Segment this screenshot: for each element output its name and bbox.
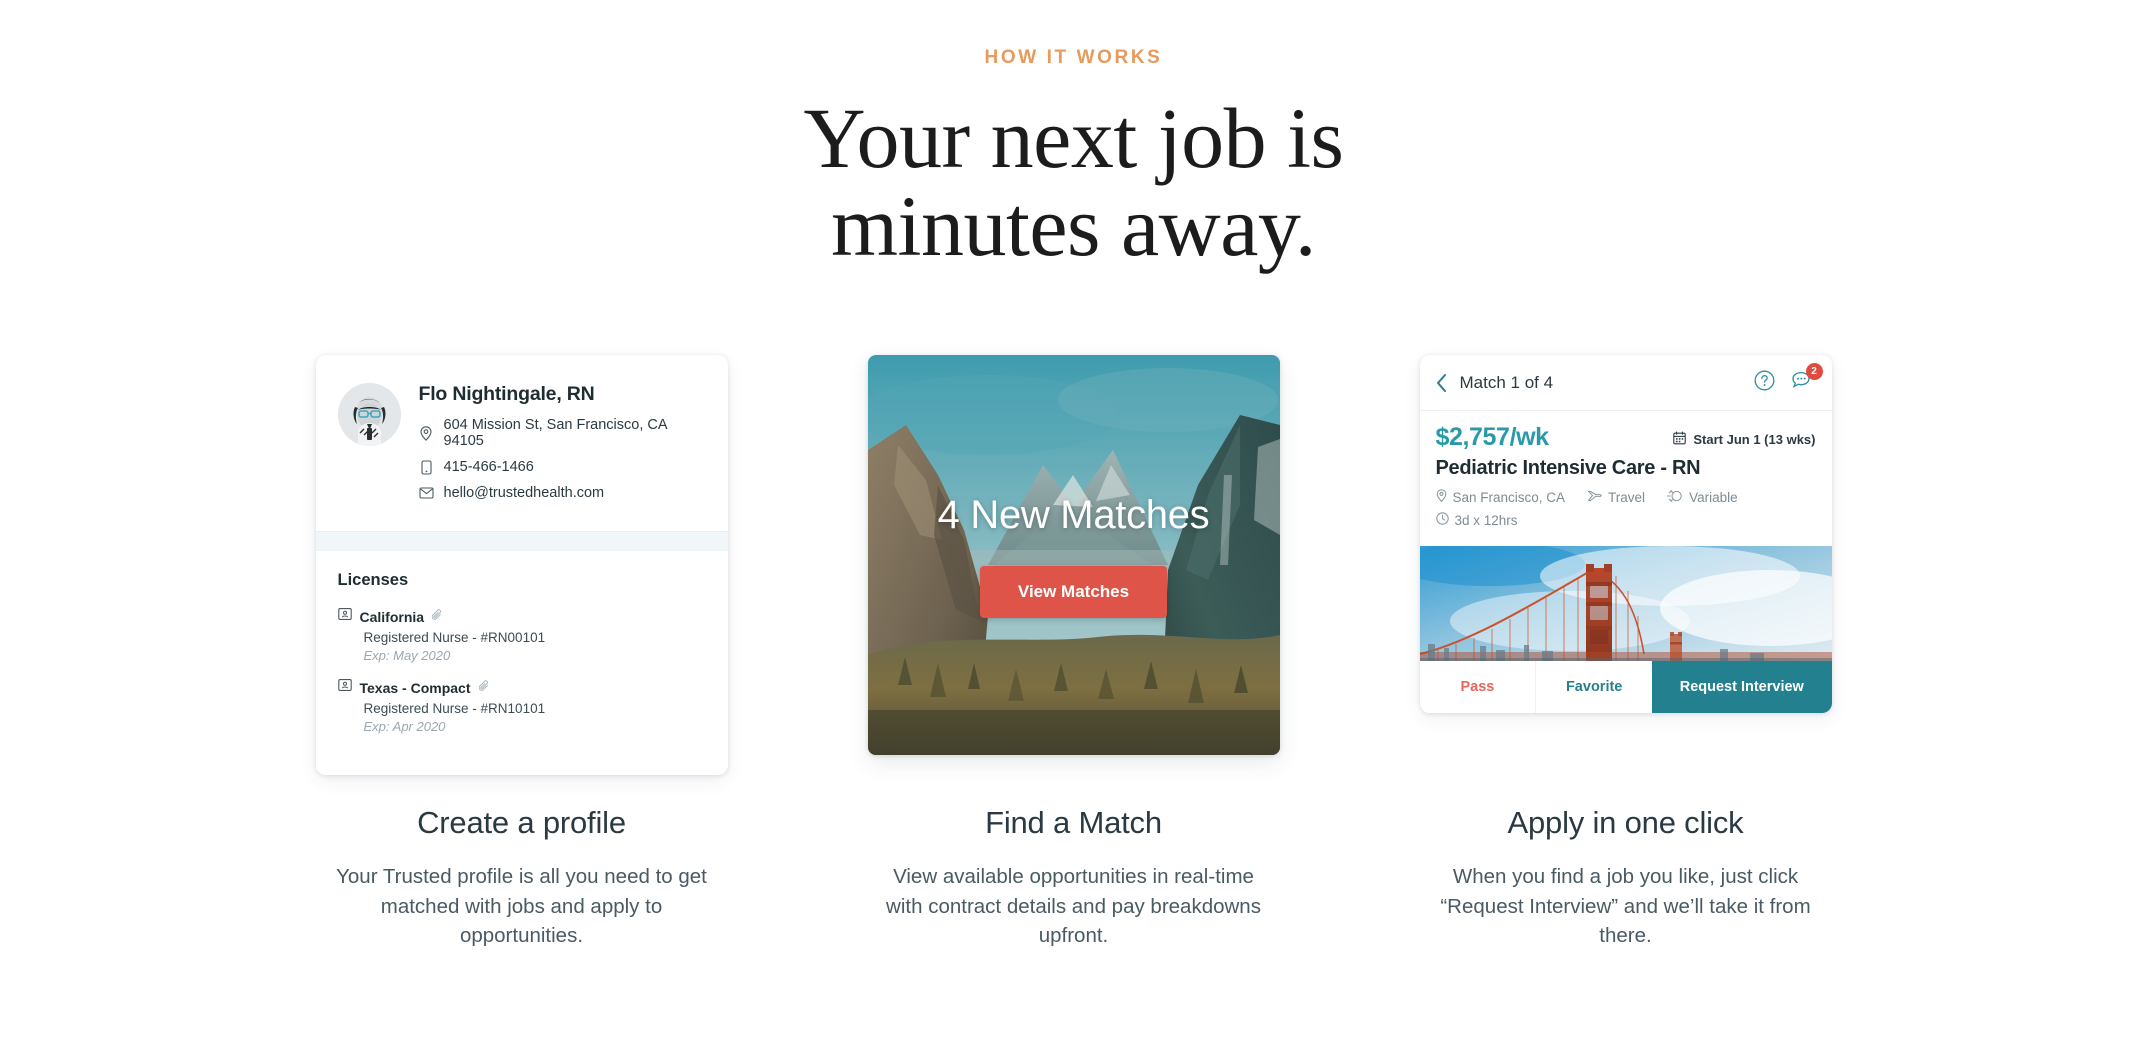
license-detail: Registered Nurse - #RN10101 (363, 701, 546, 716)
favorite-button[interactable]: Favorite (1535, 661, 1653, 713)
license-state: Texas - Compact (359, 679, 471, 696)
view-matches-button[interactable]: View Matches (979, 565, 1168, 618)
pay-row: $2,757/wk Start Jun 1 (13 wks) (1436, 423, 1816, 452)
page-title: Your next job is minutes away. (0, 90, 2147, 274)
start-date: Start Jun 1 (13 wks) (1673, 431, 1816, 448)
request-interview-button[interactable]: Request Interview (1652, 661, 1832, 713)
headline-line-2: minutes away. (831, 177, 1316, 274)
step-title: Find a Match (985, 805, 1162, 840)
step-find-match: 4 New Matches View Matches Find a Match … (867, 355, 1280, 951)
paperclip-icon[interactable] (478, 679, 490, 697)
job-shift: Variable (1667, 489, 1738, 506)
start-date-label: Start Jun 1 (13 wks) (1693, 432, 1816, 447)
clock-icon (1435, 512, 1449, 528)
how-it-works-section: HOW IT WORKS Your next job is minutes aw… (0, 0, 2147, 1046)
job-schedule-label: 3d x 12hrs (1454, 512, 1518, 528)
envelope-icon (418, 485, 434, 501)
job-match-card: Match 1 of 4 2 $2,757/wk Start Jun 1 (13… (1419, 355, 1832, 713)
license-item: Texas - Compact Registered Nurse - #RN10… (337, 678, 706, 734)
job-travel-label: Travel (1608, 490, 1646, 505)
chevron-left-icon[interactable] (1436, 374, 1447, 392)
matches-card[interactable]: 4 New Matches View Matches (867, 355, 1280, 755)
card-divider-band (315, 531, 728, 551)
location-pin-icon (1436, 489, 1447, 506)
phone-icon (419, 459, 434, 475)
pass-button[interactable]: Pass (1419, 661, 1536, 713)
job-location: San Francisco, CA (1436, 489, 1566, 506)
golden-gate-bridge-photo (1419, 546, 1832, 661)
job-shift-label: Variable (1689, 490, 1738, 505)
step-description: Your Trusted profile is all you need to … (336, 865, 707, 948)
profile-phone-row: 415-466-1466 (419, 459, 706, 475)
step-title: Apply in one click (1507, 805, 1744, 840)
step-description: When you find a job you like, just click… (1440, 865, 1811, 948)
step-description: View available opportunities in real-tim… (886, 865, 1261, 948)
calendar-icon (1673, 431, 1687, 448)
weekly-pay: $2,757/wk (1435, 423, 1550, 451)
job-travel: Travel (1587, 489, 1645, 506)
job-title: Pediatric Intensive Care - RN (1435, 457, 1701, 479)
profile-card: Flo Nightingale, RN 604 Mission St, San … (315, 355, 728, 775)
profile-name: Flo Nightingale, RN (418, 383, 595, 405)
license-item: California Registered Nurse - #RN00101 E… (337, 607, 706, 663)
job-meta-row-primary: San Francisco, CA Travel Variable (1436, 489, 1816, 506)
profile-address: 604 Mission St, San Francisco, CA 94105 (443, 417, 667, 449)
profile-address-row: 604 Mission St, San Francisco, CA 94105 (419, 417, 706, 449)
job-meta-row-secondary: 3d x 12hrs (1435, 512, 1816, 528)
job-location-label: San Francisco, CA (1452, 490, 1566, 505)
profile-card-wrapper: Flo Nightingale, RN 604 Mission St, San … (315, 355, 728, 775)
profile-email: hello@trustedhealth.com (443, 485, 605, 501)
licenses-section: Licenses California Registered Nurse - #… (316, 551, 728, 775)
profile-email-row: hello@trustedhealth.com (418, 485, 706, 501)
shift-icon (1667, 489, 1683, 506)
message-count-badge: 2 (1805, 363, 1823, 380)
job-action-bar: Pass Favorite Request Interview (1419, 661, 1832, 713)
matches-card-wrapper: 4 New Matches View Matches (867, 355, 1280, 755)
step-title: Create a profile (417, 805, 626, 840)
profile-contact-info: Flo Nightingale, RN 604 Mission St, San … (419, 379, 706, 511)
paperclip-icon[interactable] (431, 608, 443, 626)
job-header-icons: 2 (1754, 363, 1823, 396)
license-expiry: Exp: Apr 2020 (363, 719, 446, 734)
licenses-heading: Licenses (337, 571, 409, 589)
help-icon[interactable] (1754, 370, 1775, 396)
job-details: $2,757/wk Start Jun 1 (13 wks) Pediatric… (1420, 411, 1832, 546)
step-create-profile: Flo Nightingale, RN 604 Mission St, San … (315, 355, 728, 951)
job-card-wrapper: Match 1 of 4 2 $2,757/wk Start Jun 1 (13… (1419, 355, 1832, 755)
job-schedule: 3d x 12hrs (1435, 512, 1518, 528)
match-counter: Match 1 of 4 (1459, 373, 1554, 392)
id-badge-icon (337, 607, 352, 626)
job-photo (1419, 546, 1832, 661)
avatar (337, 383, 401, 446)
license-detail: Registered Nurse - #RN00101 (363, 630, 546, 645)
section-eyebrow: HOW IT WORKS (984, 47, 1163, 68)
steps-columns: Flo Nightingale, RN 604 Mission St, San … (0, 355, 2147, 951)
messages-icon-wrapper[interactable]: 2 (1791, 363, 1823, 396)
profile-phone: 415-466-1466 (443, 459, 534, 475)
matches-overlay: 4 New Matches View Matches (868, 355, 1280, 755)
profile-header: Flo Nightingale, RN 604 Mission St, San … (316, 355, 728, 531)
license-header: Texas - Compact (337, 678, 706, 697)
license-header: California (337, 607, 706, 626)
airplane-icon (1587, 489, 1602, 506)
matches-title: 4 New Matches (937, 492, 1210, 537)
license-state: California (359, 608, 425, 625)
step-apply-one-click: Match 1 of 4 2 $2,757/wk Start Jun 1 (13… (1419, 355, 1832, 951)
job-card-header: Match 1 of 4 2 (1419, 355, 1832, 411)
location-pin-icon (419, 425, 434, 441)
license-expiry: Exp: May 2020 (363, 648, 451, 663)
id-badge-icon (337, 678, 352, 697)
headline-line-1: Your next job is (803, 90, 1344, 186)
